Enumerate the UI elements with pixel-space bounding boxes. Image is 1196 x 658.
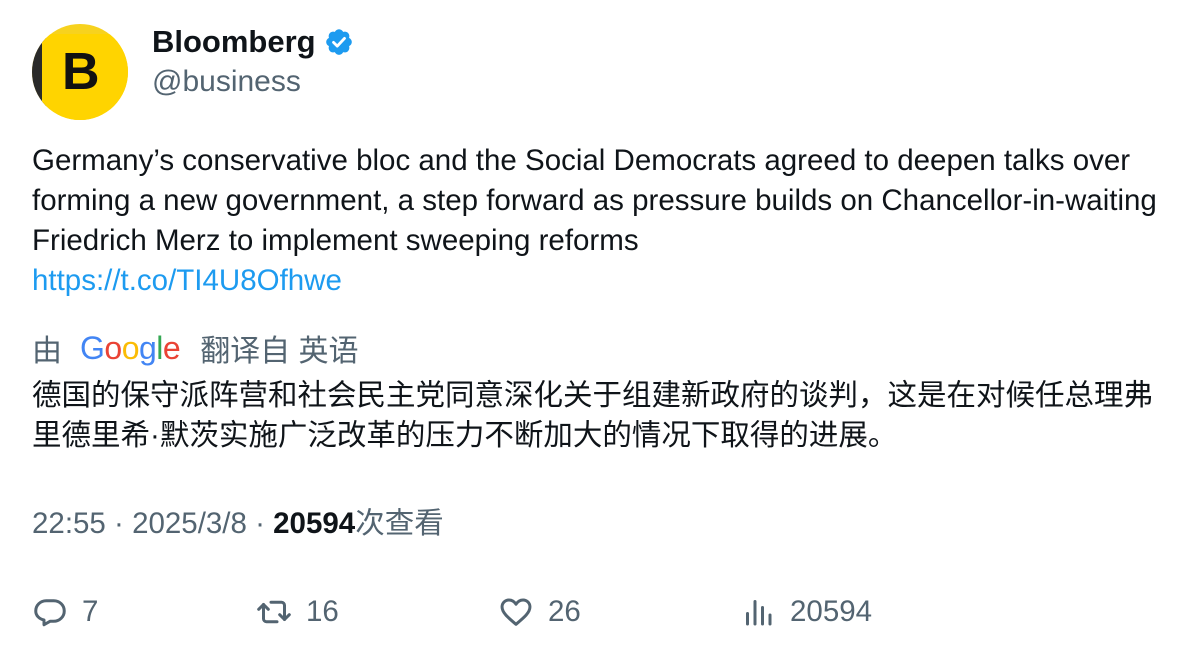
avatar-letter: B	[62, 43, 100, 101]
meta-separator: ·	[255, 507, 274, 540]
translation-suffix: 翻译自 英语	[200, 335, 359, 368]
like-button[interactable]: 26	[498, 590, 581, 634]
google-logo: Google	[80, 329, 181, 366]
display-name[interactable]: Bloomberg	[152, 22, 316, 62]
retweet-icon	[257, 600, 291, 624]
retweet-count: 16	[306, 595, 339, 628]
author-handle[interactable]: @business	[152, 62, 301, 102]
reply-count: 7	[82, 595, 99, 628]
tweet-body: Germany’s conservative bloc and the Soci…	[32, 144, 1157, 257]
translation-prefix: 由	[32, 335, 62, 368]
like-count: 26	[548, 595, 581, 628]
views-button[interactable]: 20594	[740, 590, 872, 634]
action-bar: 7 16 26 20594	[0, 590, 1196, 634]
translation-attribution[interactable]: 由 Google 翻译自 英语	[32, 326, 359, 370]
like-icon	[500, 598, 532, 626]
verified-badge-icon	[325, 29, 352, 55]
views-label: 次查看	[355, 507, 444, 540]
meta-separator: ·	[114, 507, 133, 540]
avatar[interactable]: B	[32, 24, 128, 120]
tweet-text: Germany’s conservative bloc and the Soci…	[32, 141, 1172, 301]
tweet-link[interactable]: https://t.co/TI4U8Ofhwe	[32, 261, 1172, 301]
reply-button[interactable]: 7	[32, 590, 98, 634]
views-action-count: 20594	[790, 595, 873, 628]
reply-icon	[34, 599, 66, 627]
translated-text: 德国的保守派阵营和社会民主党同意深化关于组建新政府的谈判，这是在对候任总理弗里德…	[32, 379, 1154, 452]
views-count: 20594	[273, 507, 356, 540]
views-icon	[746, 600, 772, 626]
tweet-meta: 22:55 · 2025/3/8 · 20594次查看	[32, 504, 444, 544]
tweet-date[interactable]: 2025/3/8	[132, 507, 247, 540]
retweet-button[interactable]: 16	[256, 590, 339, 634]
tweet: B Bloomberg @business Germany’s conserva…	[0, 0, 1196, 658]
author-name-row: Bloomberg	[152, 22, 354, 62]
tweet-time[interactable]: 22:55	[32, 507, 106, 540]
